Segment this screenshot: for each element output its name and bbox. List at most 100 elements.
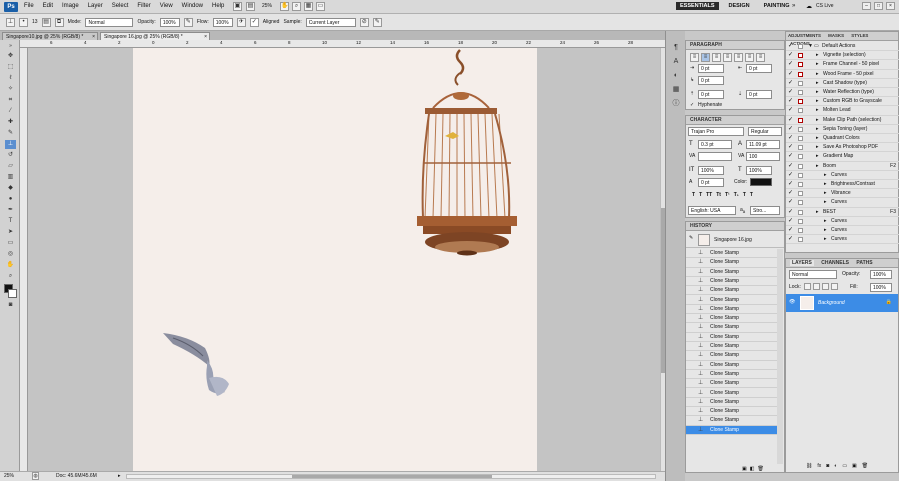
- action-row[interactable]: ✓ ▸ Curves: [786, 171, 899, 180]
- action-row[interactable]: ✓ ▸ Cast Shadow (type): [786, 79, 899, 88]
- airbrush-icon[interactable]: ✈: [236, 17, 246, 27]
- menu-select[interactable]: Select: [112, 3, 129, 9]
- menu-window[interactable]: Window: [182, 3, 203, 9]
- expand-triangle-icon[interactable]: ▸: [816, 106, 819, 115]
- action-enabled-checkbox[interactable]: ✓: [788, 218, 794, 225]
- faux-italic-button[interactable]: T: [699, 192, 702, 198]
- lock-all-icon[interactable]: [831, 283, 838, 290]
- tab-paths[interactable]: PATHS: [856, 260, 872, 266]
- lock-paint-icon[interactable]: [813, 283, 820, 290]
- minimize-icon[interactable]: –: [862, 2, 871, 10]
- tab-layers[interactable]: LAYERS: [790, 260, 814, 266]
- cs-live-icon[interactable]: ☁: [806, 3, 812, 10]
- history-item[interactable]: ⊥ Clone Stamp: [686, 249, 777, 259]
- dialog-toggle-icon[interactable]: [798, 154, 803, 160]
- dialog-toggle-icon[interactable]: [798, 163, 803, 169]
- expand-triangle-icon[interactable]: ▸: [824, 180, 827, 189]
- action-enabled-checkbox[interactable]: ✓: [788, 199, 794, 206]
- anti-alias-select[interactable]: Stro...: [750, 206, 780, 215]
- superscript-button[interactable]: T¹: [725, 192, 730, 198]
- dialog-toggle-icon[interactable]: [798, 172, 803, 178]
- dialog-toggle-icon[interactable]: [798, 218, 803, 224]
- justify-right-icon[interactable]: ≡: [745, 53, 754, 62]
- kerning-field[interactable]: [698, 152, 732, 161]
- fill-field[interactable]: 100%: [870, 283, 892, 292]
- delete-layer-icon[interactable]: 🗑: [862, 463, 868, 469]
- action-enabled-checkbox[interactable]: ✓: [788, 52, 794, 59]
- action-row[interactable]: ✓ ▸ Wood Frame - 50 pixel: [786, 70, 899, 79]
- action-row[interactable]: ✓ ▸ Molten Lead: [786, 106, 899, 116]
- hyphenate-checkbox[interactable]: ✓: [690, 102, 694, 108]
- new-group-icon[interactable]: ▭: [842, 463, 847, 469]
- history-scrollbar[interactable]: [777, 249, 783, 464]
- eyedropper-tool-icon[interactable]: ⁄: [5, 107, 16, 116]
- document-canvas[interactable]: [133, 48, 537, 471]
- expand-triangle-icon[interactable]: ▸: [824, 217, 827, 226]
- all-caps-button[interactable]: TT: [706, 192, 712, 198]
- history-item[interactable]: ⊥ Clone Stamp: [686, 379, 777, 389]
- horizontal-scrollbar[interactable]: [126, 474, 656, 479]
- history-brush-tool-icon[interactable]: ↺: [5, 151, 16, 160]
- maximize-icon[interactable]: □: [874, 2, 883, 10]
- tab-masks[interactable]: MASKS: [828, 33, 844, 38]
- close-icon[interactable]: ×: [886, 2, 895, 10]
- dialog-toggle-icon[interactable]: [798, 44, 803, 49]
- action-enabled-checkbox[interactable]: ✓: [788, 163, 794, 170]
- action-row[interactable]: ✓ ▸ Gradient Map: [786, 152, 899, 162]
- first-line-indent-field[interactable]: 0 pt: [698, 76, 724, 85]
- aligned-checkbox[interactable]: ✓: [249, 17, 259, 27]
- status-zoom[interactable]: 25%: [4, 472, 14, 481]
- small-caps-button[interactable]: Tt: [716, 192, 721, 198]
- tab-singapore10[interactable]: Singapore10.jpg @ 25% (RGB/8) * ×: [2, 32, 98, 40]
- tab-styles[interactable]: STYLES: [851, 33, 868, 38]
- horizontal-scale-field[interactable]: 100%: [746, 166, 772, 175]
- action-row[interactable]: ✓ ▸ Curves: [786, 226, 899, 236]
- expand-triangle-icon[interactable]: ▸: [824, 171, 827, 180]
- action-enabled-checkbox[interactable]: ✓: [788, 89, 794, 96]
- menu-filter[interactable]: Filter: [137, 3, 150, 9]
- action-row[interactable]: ✓ ▸ Quadrant Colors: [786, 134, 899, 144]
- zoom-dropdown[interactable]: 25%: [262, 3, 272, 9]
- leading-field[interactable]: 11.09 pt: [746, 140, 780, 149]
- fx-icon[interactable]: fx: [817, 463, 821, 469]
- crop-tool-icon[interactable]: ⌗: [5, 96, 16, 105]
- action-enabled-checkbox[interactable]: ✓: [788, 43, 794, 50]
- quick-mask-icon[interactable]: ◙: [5, 301, 16, 310]
- expand-triangle-icon[interactable]: ▸: [824, 189, 827, 198]
- mini-bridge-icon[interactable]: ▤: [246, 2, 255, 11]
- pressure-opacity-icon[interactable]: ✎: [183, 17, 193, 27]
- dialog-toggle-icon[interactable]: [798, 108, 803, 114]
- character-panel-icon[interactable]: A: [670, 56, 682, 67]
- dialog-toggle-icon[interactable]: [798, 182, 803, 187]
- action-row[interactable]: ✓ ▸ Sepia Toning (layer): [786, 125, 899, 134]
- action-row[interactable]: ✓ ▸ Curves: [786, 198, 899, 208]
- layer-opacity-field[interactable]: 100%: [870, 270, 892, 279]
- action-row[interactable]: ✓ ▸ Brightness/Contrast: [786, 180, 899, 190]
- align-center-icon[interactable]: ≡: [701, 53, 710, 62]
- history-item[interactable]: ⊥ Clone Stamp: [686, 398, 777, 408]
- history-item[interactable]: ⊥ Clone Stamp: [686, 258, 777, 268]
- dialog-toggle-icon[interactable]: [798, 228, 803, 233]
- action-row[interactable]: ✓ ▸ Save As Photoshop PDF: [786, 143, 899, 153]
- expand-triangle-icon[interactable]: ▸: [816, 125, 819, 134]
- dialog-toggle-icon[interactable]: [798, 99, 803, 105]
- adjustment-layer-icon[interactable]: ◐: [834, 463, 837, 469]
- pen-tool-icon[interactable]: ✒: [5, 206, 16, 215]
- action-enabled-checkbox[interactable]: ✓: [788, 209, 794, 216]
- vertical-scale-field[interactable]: 100%: [698, 166, 724, 175]
- font-size-field[interactable]: 0.3 pt: [698, 140, 732, 149]
- visibility-eye-icon[interactable]: 👁: [789, 299, 795, 305]
- menu-edit[interactable]: Edit: [43, 3, 53, 9]
- brush-preset-icon[interactable]: •: [19, 17, 28, 27]
- history-item[interactable]: ⊥ Clone Stamp: [686, 305, 777, 315]
- history-item[interactable]: ⊥ Clone Stamp: [686, 314, 777, 324]
- color-panel-icon[interactable]: ◐: [670, 70, 682, 81]
- background-color-swatch[interactable]: [8, 289, 17, 298]
- mode-select[interactable]: Normal: [85, 17, 134, 27]
- action-enabled-checkbox[interactable]: ✓: [788, 181, 794, 188]
- align-left-icon[interactable]: ≡: [690, 53, 699, 62]
- history-item[interactable]: ⊥ Clone Stamp: [686, 407, 777, 417]
- lasso-tool-icon[interactable]: ℓ: [5, 74, 16, 83]
- delete-icon[interactable]: 🗑: [757, 466, 763, 472]
- brush-tool-icon[interactable]: ✎: [5, 129, 16, 138]
